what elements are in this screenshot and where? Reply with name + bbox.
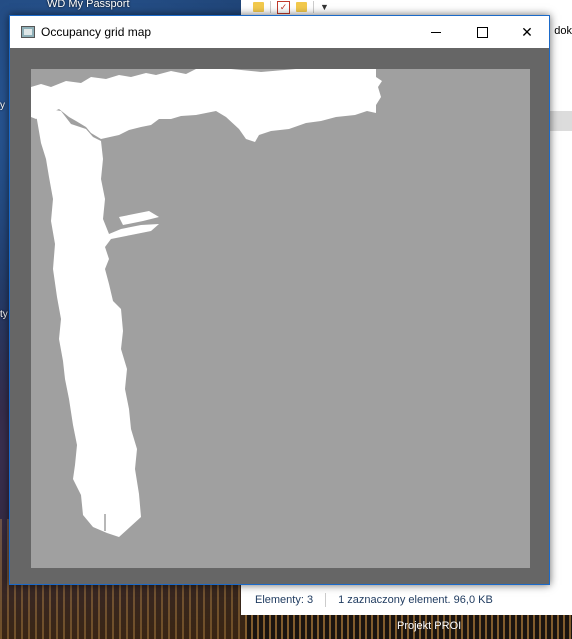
desktop-edge-label: y	[0, 100, 5, 111]
desktop-icon-label[interactable]: WD My Passport	[47, 0, 130, 10]
title-bar[interactable]: Occupancy grid map ✕	[10, 16, 549, 48]
close-icon: ✕	[521, 23, 533, 40]
customize-toolbar-icon[interactable]: ▼	[320, 2, 329, 12]
desktop-edge-label: ty	[0, 309, 8, 320]
maximize-button[interactable]	[459, 16, 505, 48]
app-window-icon	[21, 26, 35, 38]
folder-icon[interactable]	[253, 2, 264, 12]
close-button[interactable]: ✕	[504, 16, 550, 48]
properties-icon[interactable]: ✓	[277, 0, 290, 14]
divider	[325, 593, 327, 607]
selection-info: 1 zaznaczony element. 96,0 KB	[338, 594, 493, 606]
window-title: Occupancy grid map	[41, 25, 152, 39]
ribbon-tab-view[interactable]: dok	[554, 25, 572, 37]
quick-access-toolbar: ✓ ▼	[253, 0, 329, 14]
minimize-icon	[431, 31, 441, 33]
divider	[270, 1, 271, 13]
taskbar-item[interactable]: Projekt PROI	[397, 620, 461, 632]
minimize-button[interactable]	[413, 16, 459, 48]
status-bar: Elementy: 3 1 zaznaczony element. 96,0 K…	[241, 585, 572, 615]
maximize-icon	[476, 26, 488, 38]
occupancy-grid-canvas	[31, 69, 530, 568]
new-folder-icon[interactable]	[296, 2, 307, 12]
item-count: Elementy: 3	[255, 594, 314, 606]
selected-file-row[interactable]	[550, 111, 572, 131]
divider	[313, 1, 314, 13]
occupancy-map-window: Occupancy grid map ✕	[9, 15, 550, 585]
